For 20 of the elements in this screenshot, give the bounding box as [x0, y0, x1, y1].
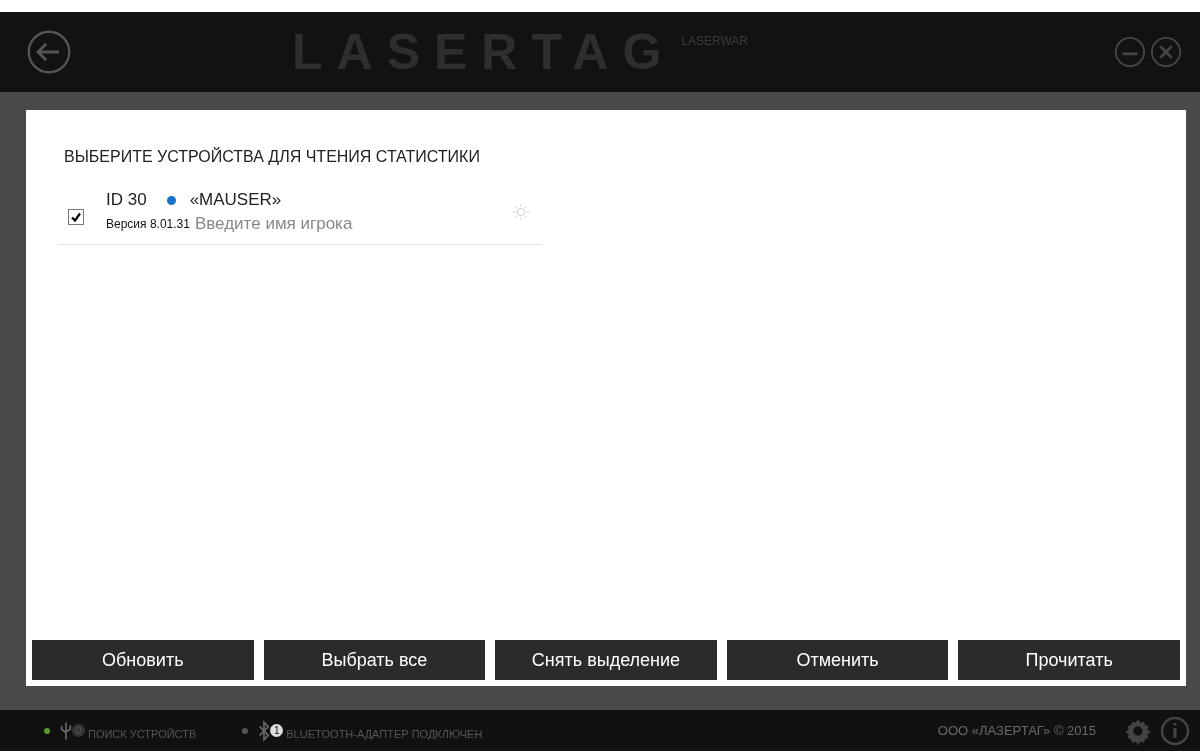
count-badge: 1 — [270, 723, 284, 737]
copyright-text: ООО «ЛАЗЕРТАГ» © 2015 — [937, 723, 1096, 738]
device-id: ID 30 — [106, 190, 147, 210]
minimize-icon[interactable] — [1114, 36, 1146, 68]
close-icon[interactable] — [1150, 36, 1182, 68]
sun-icon[interactable] — [512, 203, 530, 221]
device-name: «MAUSER» — [189, 190, 282, 210]
dialog-button[interactable]: Отменить — [726, 640, 949, 680]
checkbox[interactable] — [68, 209, 84, 225]
usb-icon — [60, 719, 72, 742]
status-label: ПОИСК УСТРОЙСТВ — [88, 727, 197, 740]
info-icon[interactable] — [1160, 715, 1190, 746]
dialog-button[interactable]: Снять выделение — [495, 640, 717, 680]
dialog-title: ВЫБЕРИТЕ УСТРОЙСТВА ДЛЯ ЧТЕНИЯ СТАТИСТИКИ — [64, 148, 481, 166]
bluetooth-icon — [258, 719, 271, 742]
dialog-button[interactable]: Прочитать — [958, 640, 1180, 680]
dialog-button[interactable]: Выбрать все — [263, 640, 486, 680]
dialog-button[interactable]: Обновить — [32, 640, 254, 680]
status-label: BLUETOOTH-АДАПТЕР ПОДКЛЮЧЕН — [286, 727, 483, 740]
version-label: Версия 8.01.31 — [106, 217, 190, 231]
